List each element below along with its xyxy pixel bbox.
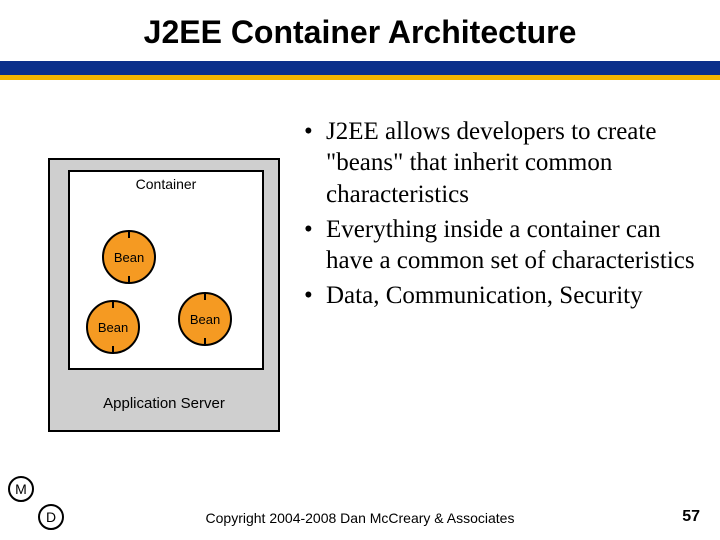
bean-tick-icon: [204, 338, 206, 346]
bean-circle: Bean: [102, 230, 156, 284]
title-rule: [0, 61, 720, 75]
bean-label: Bean: [190, 312, 220, 327]
bullet-list: J2EE allows developers to create "beans"…: [304, 116, 700, 316]
slide-title: J2EE Container Architecture: [0, 0, 720, 61]
corner-badge-m: M: [8, 476, 34, 502]
container-label: Container: [70, 172, 262, 192]
bean-label: Bean: [98, 320, 128, 335]
slide: J2EE Container Architecture Container Be…: [0, 0, 720, 540]
bean-tick-icon: [128, 230, 130, 238]
bullet-item: Data, Communication, Security: [304, 280, 700, 311]
container-box: Container Bean Bean Bean: [68, 170, 264, 370]
slide-body: Container Bean Bean Bean Application: [0, 110, 720, 540]
bean-tick-icon: [204, 292, 206, 300]
bean-tick-icon: [128, 276, 130, 284]
bean-label: Bean: [114, 250, 144, 265]
bean-tick-icon: [112, 300, 114, 308]
bullet-item: Everything inside a container can have a…: [304, 214, 700, 277]
application-server-box: Container Bean Bean Bean Application: [48, 158, 280, 432]
page-number: 57: [682, 508, 700, 526]
footer-copyright: Copyright 2004-2008 Dan McCreary & Assoc…: [0, 510, 720, 526]
bean-tick-icon: [112, 346, 114, 354]
bean-circle: Bean: [178, 292, 232, 346]
bullet-item: J2EE allows developers to create "beans"…: [304, 116, 700, 210]
bean-circle: Bean: [86, 300, 140, 354]
application-server-label: Application Server: [50, 395, 278, 412]
